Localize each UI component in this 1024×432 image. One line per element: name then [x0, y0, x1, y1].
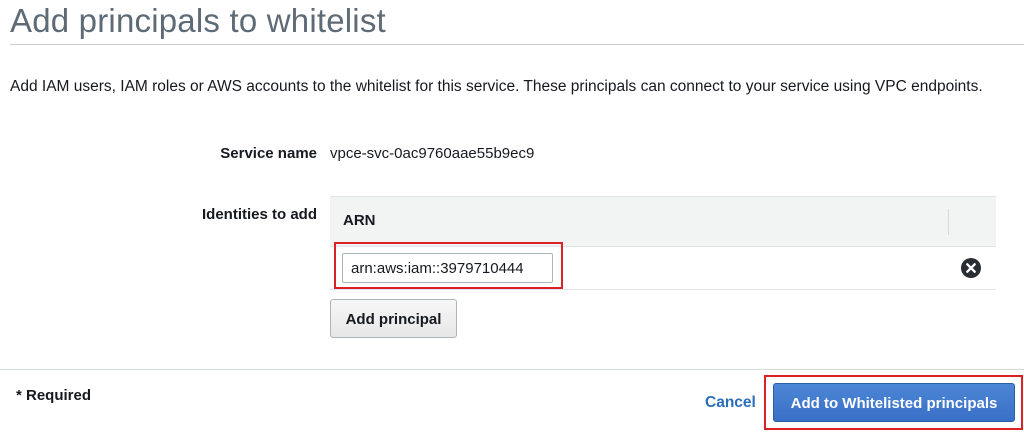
identities-table: ARN	[330, 196, 996, 290]
add-to-whitelist-button[interactable]: Add to Whitelisted principals	[773, 383, 1015, 422]
table-row	[330, 247, 996, 290]
required-note: * Required	[16, 387, 92, 404]
column-resize-handle[interactable]	[948, 209, 949, 235]
page-description: Add IAM users, IAM roles or AWS accounts…	[10, 78, 983, 95]
identities-label: Identities to add	[201, 206, 317, 223]
close-icon	[966, 263, 976, 273]
add-principal-button[interactable]: Add principal	[330, 299, 457, 338]
table-header: ARN	[330, 197, 996, 247]
add-principals-page: Add principals to whitelist Add IAM user…	[0, 0, 1024, 432]
arn-column-header: ARN	[343, 212, 376, 229]
page-title: Add principals to whitelist	[10, 2, 386, 39]
arn-input[interactable]	[342, 253, 553, 283]
service-name-label: Service name	[220, 145, 317, 162]
service-name-value: vpce-svc-0ac9760aae55b9ec9	[330, 145, 535, 162]
title-divider	[10, 44, 1024, 45]
footer-divider	[0, 369, 1024, 370]
cancel-link[interactable]: Cancel	[705, 394, 756, 412]
remove-principal-button[interactable]	[961, 258, 981, 278]
